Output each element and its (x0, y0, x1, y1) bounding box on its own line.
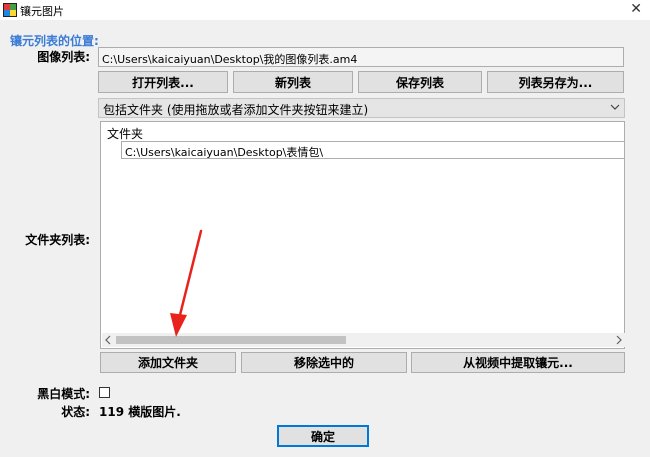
dialog-window: 镶元图片 ✕ 镶元列表的位置: 图像列表: C:\Users\kaicaiyua… (0, 0, 650, 457)
status-value: 119 横版图片. (99, 405, 181, 419)
bw-mode-label: 黑白模式: (37, 387, 90, 401)
folder-mode-selected: 包括文件夹 (使用拖放或者添加文件夹按钮来建立) (103, 103, 369, 117)
open-list-button[interactable]: 打开列表... (98, 71, 228, 93)
image-list-path-field[interactable]: C:\Users\kaicaiyuan\Desktop\我的图像列表.am4 (98, 47, 624, 67)
add-folder-button[interactable]: 添加文件夹 (100, 352, 236, 373)
new-list-button[interactable]: 新列表 (233, 71, 353, 93)
title-bar: 镶元图片 ✕ (0, 0, 650, 20)
scroll-right-icon[interactable] (615, 335, 623, 345)
save-list-button[interactable]: 保存列表 (358, 71, 482, 93)
ok-button[interactable]: 确定 (277, 425, 369, 447)
scrollbar-thumb[interactable] (116, 336, 346, 344)
list-item[interactable]: C:\Users\kaicaiyuan\Desktop\表情包\ (121, 141, 625, 159)
scroll-left-icon[interactable] (104, 335, 112, 345)
remove-selected-button[interactable]: 移除选中的 (241, 352, 407, 373)
red-arrow-icon (170, 229, 203, 337)
folder-column-header: 文件夹 (107, 127, 144, 141)
chevron-down-icon (610, 104, 620, 110)
extract-from-video-button[interactable]: 从视频中提取镶元... (411, 352, 625, 373)
folder-mode-dropdown[interactable]: 包括文件夹 (使用拖放或者添加文件夹按钮来建立) (98, 98, 625, 118)
save-list-as-button[interactable]: 列表另存为... (487, 71, 624, 93)
folder-list-label: 文件夹列表: (25, 233, 90, 247)
group-label: 镶元列表的位置: (10, 34, 99, 48)
close-icon[interactable]: ✕ (630, 1, 642, 17)
image-list-label: 图像列表: (37, 50, 90, 64)
window-title: 镶元图片 (20, 5, 64, 18)
app-icon (3, 3, 17, 17)
bw-mode-checkbox[interactable] (99, 387, 110, 398)
status-label: 状态: (61, 405, 90, 419)
